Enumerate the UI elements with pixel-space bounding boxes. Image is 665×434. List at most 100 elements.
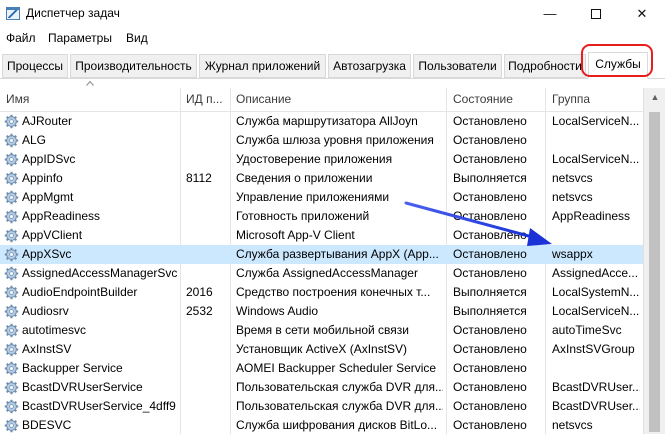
- cell-status: Остановлено: [453, 190, 527, 204]
- cell-status: Остановлено: [453, 399, 527, 413]
- cell-description: Microsoft App-V Client: [236, 228, 355, 242]
- gear-icon: [4, 247, 19, 262]
- tab-details[interactable]: Подробности: [504, 54, 586, 78]
- cell-description: Пользовательская служба DVR для...: [236, 380, 443, 394]
- table-row[interactable]: AxInstSV Установщик ActiveX (AxInstSV) Ост…: [0, 340, 643, 359]
- menu-view[interactable]: Вид: [126, 31, 148, 45]
- table-row[interactable]: AppMgmt Управление приложениями Остановлен…: [0, 188, 643, 207]
- sort-ascending-icon: [86, 80, 94, 86]
- menu-options[interactable]: Параметры: [48, 31, 112, 45]
- table-row[interactable]: AJRouter Служба маршрутизатора AllJoyn Ост…: [0, 112, 643, 131]
- scroll-thumb[interactable]: [649, 112, 660, 432]
- cell-description: Windows Audio: [236, 304, 319, 318]
- table-row[interactable]: Audiosrv 2532 Windows Audio Выполняется Loca…: [0, 302, 643, 321]
- cell-name: AJRouter: [22, 114, 73, 128]
- table-row[interactable]: AppXSvc Служба развертывания AppX (App...…: [0, 245, 643, 264]
- table-row[interactable]: BDESVC Служба шифрования дисков BitLo... О…: [0, 416, 643, 434]
- table-row[interactable]: Appinfo 8112 Сведения о приложении Выполняе…: [0, 169, 643, 188]
- cell-status: Остановлено: [453, 152, 527, 166]
- cell-status: Остановлено: [453, 323, 527, 337]
- vertical-scrollbar[interactable]: ▲: [643, 88, 665, 434]
- cell-description: AOMEI Backupper Scheduler Service: [236, 361, 437, 375]
- cell-description: Готовность приложений: [236, 209, 370, 223]
- table-row[interactable]: BcastDVRUserService Пользовательская служ…: [0, 378, 643, 397]
- gear-icon: [4, 114, 19, 129]
- column-header-status[interactable]: Состояние: [453, 92, 543, 106]
- cell-name: BcastDVRUserService_4dff9: [22, 399, 176, 413]
- table-row[interactable]: AudioEndpointBuilder 2016 Средство построе…: [0, 283, 643, 302]
- table-row[interactable]: AppVClient Microsoft App-V Client Остановл…: [0, 226, 643, 245]
- tab-services[interactable]: Службы: [588, 52, 648, 79]
- menu-file[interactable]: Файл: [6, 31, 36, 45]
- table-row[interactable]: AppReadiness Готовность приложений Останов…: [0, 207, 643, 226]
- tab-startup[interactable]: Автозагрузка: [328, 54, 411, 78]
- cell-name: AppReadiness: [22, 209, 101, 223]
- cell-name: Appinfo: [22, 171, 63, 185]
- gear-icon: [4, 418, 19, 433]
- cell-group: AxInstSVGroup: [552, 342, 635, 356]
- cell-status: Остановлено: [453, 114, 527, 128]
- gear-icon: [4, 171, 19, 186]
- menu-bar: Файл Параметры Вид: [0, 28, 665, 50]
- cell-name: AudioEndpointBuilder: [22, 285, 138, 299]
- window-title: Диспетчер задач: [26, 6, 120, 20]
- tab-performance[interactable]: Производительность: [70, 54, 197, 78]
- scroll-up-icon[interactable]: ▲: [644, 88, 665, 106]
- cell-description: Установщик ActiveX (AxInstSV): [236, 342, 408, 356]
- tab-processes[interactable]: Процессы: [2, 54, 68, 78]
- table-row[interactable]: autotimesvc Время в сети мобильной связи О…: [0, 321, 643, 340]
- cell-status: Остановлено: [453, 133, 527, 147]
- close-button[interactable]: ✕: [619, 0, 665, 28]
- cell-name: Backupper Service: [22, 361, 123, 375]
- minimize-button[interactable]: —: [527, 0, 573, 28]
- table-row[interactable]: Backupper Service AOMEI Backupper Schedul…: [0, 359, 643, 378]
- cell-name: autotimesvc: [22, 323, 87, 337]
- cell-description: Управление приложениями: [236, 190, 390, 204]
- gear-icon: [4, 342, 19, 357]
- task-manager-icon: [6, 7, 20, 20]
- maximize-button[interactable]: [573, 0, 619, 28]
- cell-name: ALG: [22, 133, 47, 147]
- column-header-pid[interactable]: ИД п...: [186, 92, 228, 106]
- cell-status: Остановлено: [453, 247, 527, 261]
- cell-name: BcastDVRUserService: [22, 380, 143, 394]
- cell-name: AppXSvc: [22, 247, 72, 261]
- tab-users[interactable]: Пользователи: [413, 54, 502, 78]
- cell-pid: 8112: [186, 171, 212, 185]
- cell-group: LocalServiceN...: [552, 114, 640, 128]
- cell-description: Средство построения конечных т...: [236, 285, 431, 299]
- gear-icon: [4, 133, 19, 148]
- cell-name: AssignedAccessManagerSvc: [22, 266, 177, 280]
- cell-group: autoTimeSvc: [552, 323, 622, 337]
- cell-group: AssignedAcce...: [552, 266, 639, 280]
- services-table: AJRouter Служба маршрутизатора AllJoyn Ост…: [0, 112, 643, 434]
- table-row[interactable]: ALG Служба шлюза уровня приложения Останов…: [0, 131, 643, 150]
- cell-group: BcastDVRUser...: [552, 380, 640, 394]
- gear-icon: [4, 285, 19, 300]
- tab-app-history[interactable]: Журнал приложений: [199, 54, 326, 78]
- table-row[interactable]: BcastDVRUserService_4dff9 Пользовательска…: [0, 397, 643, 416]
- cell-description: Служба AssignedAccessManager: [236, 266, 418, 280]
- cell-pid: 2016: [186, 285, 213, 299]
- gear-icon: [4, 266, 19, 281]
- cell-description: Время в сети мобильной связи: [236, 323, 409, 337]
- cell-group: netsvcs: [552, 171, 593, 185]
- column-header-group[interactable]: Группа: [552, 92, 640, 106]
- gear-icon: [4, 304, 19, 319]
- table-row[interactable]: AssignedAccessManagerSvc Служба AssignedA…: [0, 264, 643, 283]
- cell-status: Остановлено: [453, 209, 527, 223]
- column-header-row: Имя ИД п... Описание Состояние Группа: [0, 88, 643, 112]
- cell-status: Остановлено: [453, 228, 527, 242]
- gear-icon: [4, 380, 19, 395]
- cell-description: Сведения о приложении: [236, 171, 373, 185]
- cell-description: Служба шлюза уровня приложения: [236, 133, 434, 147]
- cell-status: Остановлено: [453, 361, 527, 375]
- cell-name: AppIDSvc: [22, 152, 76, 166]
- cell-group: netsvcs: [552, 190, 593, 204]
- cell-status: Остановлено: [453, 380, 527, 394]
- table-row[interactable]: AppIDSvc Удостоверение приложения Остановл…: [0, 150, 643, 169]
- gear-icon: [4, 399, 19, 414]
- column-header-description[interactable]: Описание: [236, 92, 441, 106]
- cell-group: LocalServiceN...: [552, 304, 640, 318]
- column-header-name[interactable]: Имя: [6, 92, 176, 106]
